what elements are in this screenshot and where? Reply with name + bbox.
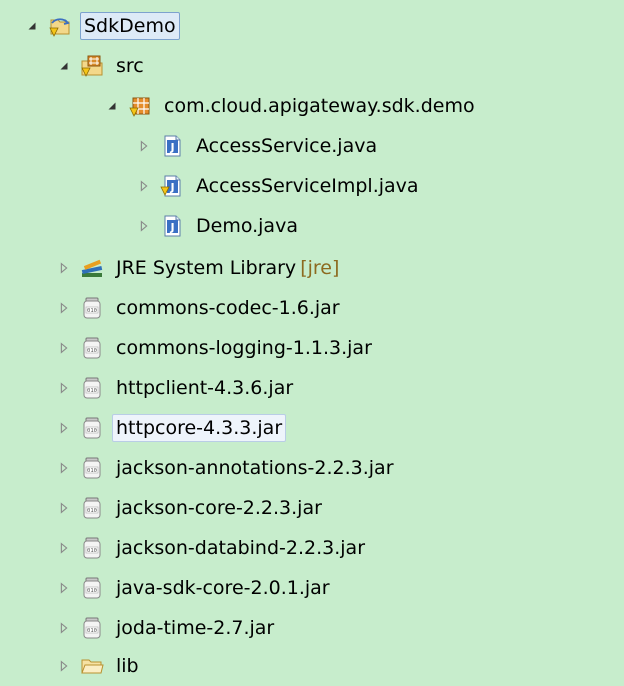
triangle-right-icon[interactable] — [56, 620, 72, 636]
triangle-right-icon[interactable] — [56, 260, 72, 276]
package-label[interactable]: com.cloud.apigateway.sdk.demo — [160, 92, 479, 120]
triangle-right-icon[interactable] — [56, 580, 72, 596]
triangle-right-icon[interactable] — [56, 540, 72, 556]
tree-row-src[interactable]: src — [0, 46, 624, 86]
package-explorer-tree: SdkDemo src com.cloud.apigateway.sdk.dem… — [0, 0, 624, 680]
java-file-icon — [160, 214, 184, 238]
java-file-label[interactable]: AccessServiceImpl.java — [192, 172, 423, 200]
lib-label[interactable]: lib — [112, 652, 143, 680]
jar-label[interactable]: commons-codec-1.6.jar — [112, 294, 344, 322]
triangle-right-icon[interactable] — [136, 138, 152, 154]
jar-label[interactable]: jackson-core-2.2.3.jar — [112, 494, 326, 522]
triangle-down-icon[interactable] — [24, 18, 40, 34]
jar-icon — [80, 336, 104, 360]
triangle-right-icon[interactable] — [56, 380, 72, 396]
tree-row-jar[interactable]: joda-time-2.7.jar — [0, 608, 624, 648]
jar-icon — [80, 456, 104, 480]
jar-label[interactable]: httpcore-4.3.3.jar — [112, 414, 287, 442]
jre-label[interactable]: JRE System Library [jre] — [112, 254, 343, 282]
source-folder-icon — [80, 54, 104, 78]
tree-row-jre[interactable]: JRE System Library [jre] — [0, 248, 624, 288]
src-label[interactable]: src — [112, 52, 148, 80]
tree-row-project[interactable]: SdkDemo — [0, 6, 624, 46]
triangle-right-icon[interactable] — [56, 658, 72, 674]
triangle-right-icon[interactable] — [56, 500, 72, 516]
triangle-right-icon[interactable] — [136, 218, 152, 234]
triangle-right-icon[interactable] — [136, 178, 152, 194]
java-file-label[interactable]: AccessService.java — [192, 132, 381, 160]
tree-row-jar[interactable]: jackson-databind-2.2.3.jar — [0, 528, 624, 568]
jar-icon — [80, 416, 104, 440]
tree-row-jar[interactable]: jackson-annotations-2.2.3.jar — [0, 448, 624, 488]
jar-label[interactable]: java-sdk-core-2.0.1.jar — [112, 574, 334, 602]
jre-decoration: [jre] — [300, 257, 340, 279]
jar-icon — [80, 536, 104, 560]
project-label[interactable]: SdkDemo — [80, 12, 180, 40]
jar-label[interactable]: httpclient-4.3.6.jar — [112, 374, 297, 402]
triangle-down-icon[interactable] — [104, 98, 120, 114]
jar-label[interactable]: jackson-annotations-2.2.3.jar — [112, 454, 398, 482]
java-file-icon — [160, 134, 184, 158]
tree-row-package[interactable]: com.cloud.apigateway.sdk.demo — [0, 86, 624, 126]
tree-row-lib[interactable]: lib — [0, 646, 624, 686]
jar-label[interactable]: joda-time-2.7.jar — [112, 614, 278, 642]
library-icon — [80, 256, 104, 280]
jar-label[interactable]: jackson-databind-2.2.3.jar — [112, 534, 369, 562]
jar-icon — [80, 576, 104, 600]
jar-icon — [80, 296, 104, 320]
tree-row-jar[interactable]: commons-logging-1.1.3.jar — [0, 328, 624, 368]
tree-row-jar[interactable]: java-sdk-core-2.0.1.jar — [0, 568, 624, 608]
tree-row-jar[interactable]: jackson-core-2.2.3.jar — [0, 488, 624, 528]
java-file-label[interactable]: Demo.java — [192, 212, 302, 240]
triangle-down-icon[interactable] — [56, 58, 72, 74]
package-icon — [128, 94, 152, 118]
java-file-warning-icon — [160, 174, 184, 198]
jar-icon — [80, 496, 104, 520]
tree-row-jar[interactable]: commons-codec-1.6.jar — [0, 288, 624, 328]
tree-row-jar[interactable]: httpcore-4.3.3.jar — [0, 408, 624, 448]
jar-icon — [80, 616, 104, 640]
jar-icon — [80, 376, 104, 400]
triangle-right-icon[interactable] — [56, 340, 72, 356]
tree-row-java-file[interactable]: Demo.java — [0, 206, 624, 246]
java-project-icon — [48, 14, 72, 38]
tree-row-jar[interactable]: httpclient-4.3.6.jar — [0, 368, 624, 408]
tree-row-java-file[interactable]: AccessServiceImpl.java — [0, 166, 624, 206]
triangle-right-icon[interactable] — [56, 300, 72, 316]
triangle-right-icon[interactable] — [56, 420, 72, 436]
triangle-right-icon[interactable] — [56, 460, 72, 476]
folder-icon — [80, 654, 104, 678]
tree-row-java-file[interactable]: AccessService.java — [0, 126, 624, 166]
jar-label[interactable]: commons-logging-1.1.3.jar — [112, 334, 376, 362]
